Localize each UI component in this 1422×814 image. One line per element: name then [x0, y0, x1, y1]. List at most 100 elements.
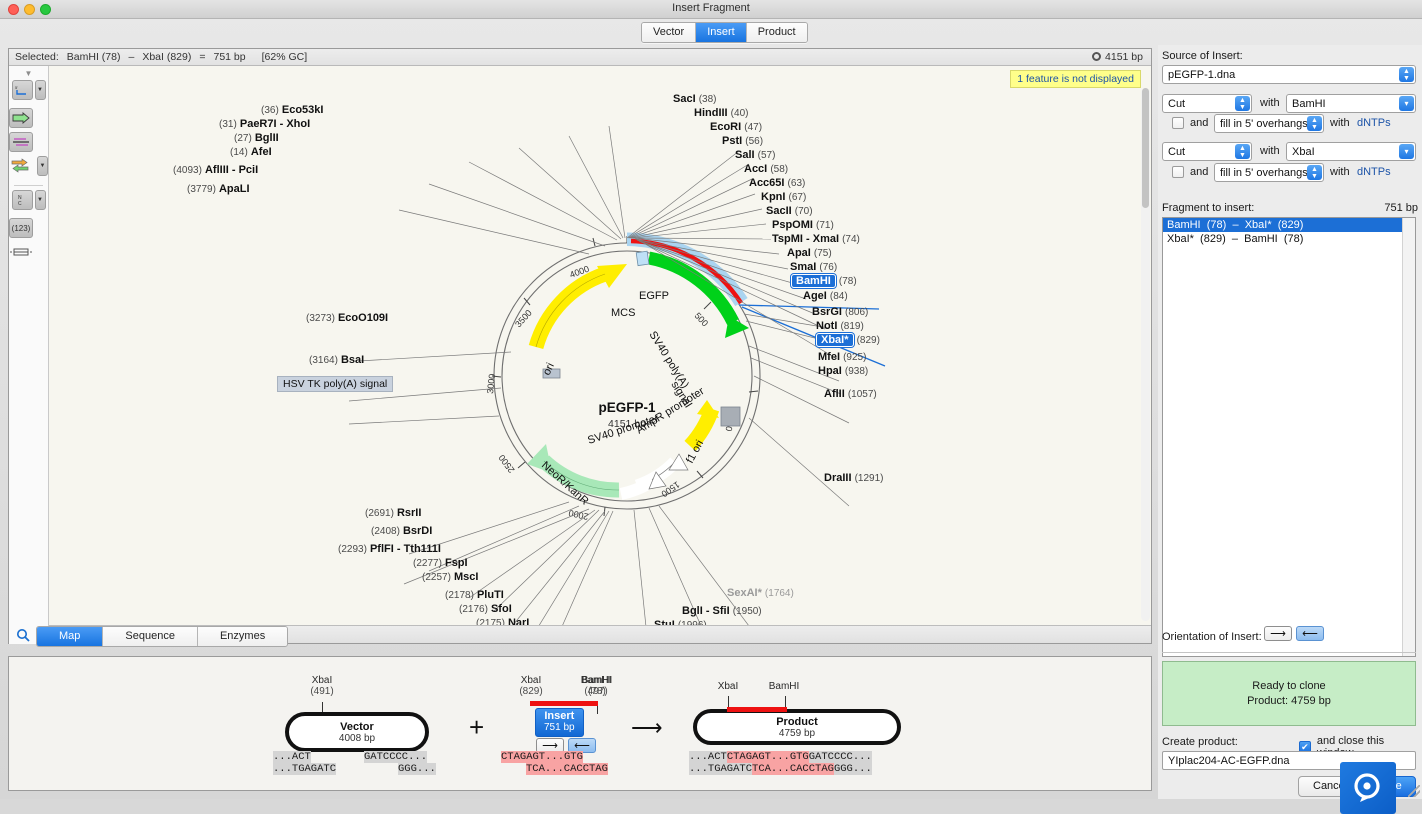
- enzyme-label[interactable]: DraIII (1291): [824, 472, 883, 484]
- enzyme-label[interactable]: (2408) BsrDI: [371, 525, 432, 537]
- feature-label-hsv-tk[interactable]: HSV TK poly(A) signal: [277, 376, 393, 392]
- enzyme-label[interactable]: KpnI (67): [761, 191, 806, 203]
- enzyme-label[interactable]: SalI (57): [735, 149, 775, 161]
- enzyme-label[interactable]: (3164) BsaI: [309, 354, 364, 366]
- enzyme-label[interactable]: SacI (38): [673, 93, 717, 105]
- chevron-updown-icon[interactable]: ▲▼: [1307, 116, 1322, 131]
- enzyme-label[interactable]: NotI (819): [816, 320, 864, 332]
- chevron-updown-icon[interactable]: ▲▼: [1399, 67, 1414, 82]
- enzyme-label[interactable]: SacII (70): [766, 205, 813, 217]
- tab-vector[interactable]: Vector: [642, 23, 696, 42]
- enzyme-label[interactable]: SexAI* (1764): [727, 587, 794, 599]
- sequence-tool-menu-caret-icon[interactable]: ▼: [35, 80, 46, 100]
- enzyme-label[interactable]: (4093) AflIII - PciI: [173, 164, 258, 176]
- circular-dna-icon: [1092, 52, 1101, 61]
- enzyme-label[interactable]: (2257) MscI: [422, 571, 478, 583]
- plasmid-map-canvas[interactable]: 1 feature is not displayed 500 1000 1500…: [49, 66, 1151, 625]
- tab-enzymes[interactable]: Enzymes: [198, 627, 287, 646]
- modify-checkbox-1[interactable]: [1172, 117, 1184, 129]
- product-title: Product: [776, 716, 818, 728]
- enzyme-label-bamhi-selected[interactable]: BamHI (78): [791, 275, 857, 287]
- cut-enzyme-select-2[interactable]: XbaI ▾: [1286, 142, 1416, 161]
- enzyme-label[interactable]: (36) Eco53kI: [261, 104, 323, 116]
- enzyme-label[interactable]: SmaI (76): [790, 261, 837, 273]
- modify-reagent-link-2[interactable]: dNTPs: [1357, 166, 1391, 178]
- enzyme-cut-tool-button[interactable]: [10, 156, 34, 177]
- view-segmented-control[interactable]: Map Sequence Enzymes: [36, 626, 288, 647]
- selection-gc: [62% GC]: [262, 51, 308, 63]
- enzyme-label[interactable]: (14) AfeI: [230, 146, 272, 158]
- enzyme-label[interactable]: Acc65I (63): [749, 177, 805, 189]
- enzyme-label[interactable]: (2178) PluTI: [445, 589, 504, 601]
- enzyme-label[interactable]: PspOMI (71): [772, 219, 834, 231]
- enzyme-label[interactable]: PstI (56): [722, 135, 763, 147]
- translation-tool-button[interactable]: [9, 132, 33, 152]
- orientation-reverse-button[interactable]: ⟵: [1296, 626, 1324, 641]
- sequence-view-tool-button[interactable]: 5': [12, 80, 33, 100]
- enzyme-label[interactable]: HindIII (40): [694, 107, 748, 119]
- enzyme-label-xbai-selected[interactable]: XbaI* (829): [816, 334, 880, 346]
- search-icon[interactable]: [16, 628, 30, 645]
- product-plasmid-shape[interactable]: Product 4759 bp: [693, 709, 901, 745]
- modify-checkbox-2[interactable]: [1172, 166, 1184, 178]
- enzyme-label[interactable]: EcoRI (47): [710, 121, 762, 133]
- modify-reagent-link-1[interactable]: dNTPs: [1357, 117, 1391, 129]
- amino-acid-menu-caret-icon[interactable]: ▼: [35, 190, 46, 210]
- window-resize-grip[interactable]: [1408, 785, 1420, 797]
- mode-segmented-control[interactable]: Vector Insert Product: [641, 22, 808, 43]
- fragment-list-scrollbar[interactable]: [1402, 218, 1415, 656]
- vector-right-sequence: GATCCCC...: [364, 751, 427, 763]
- vector-seq-left-bottom: ...TGAGATC: [273, 763, 336, 775]
- tools-collapse-caret-icon[interactable]: ▼: [9, 66, 48, 80]
- source-of-insert-select[interactable]: pEGFP-1.dna ▲▼: [1162, 65, 1416, 84]
- chevron-updown-icon[interactable]: ▲▼: [1307, 165, 1322, 180]
- enzyme-label[interactable]: (27) BglII: [234, 132, 279, 144]
- tab-sequence[interactable]: Sequence: [103, 627, 198, 646]
- fragment-list[interactable]: BamHI (78) – XbaI* (829) XbaI* (829) – B…: [1162, 217, 1416, 657]
- insert-badge[interactable]: Insert 751 bp: [535, 708, 584, 737]
- tab-insert[interactable]: Insert: [696, 23, 747, 42]
- enzyme-label[interactable]: ApaI (75): [787, 247, 832, 259]
- enzyme-label[interactable]: (2277) FspI: [413, 557, 468, 569]
- cut-action-select-1[interactable]: Cut ▲▼: [1162, 94, 1252, 113]
- enzyme-label[interactable]: (2175) NarI: [476, 617, 529, 625]
- enzyme-label[interactable]: AgeI (84): [803, 290, 848, 302]
- enzyme-label[interactable]: (31) PaeR7I - XhoI: [219, 118, 310, 130]
- enzyme-label[interactable]: TspMI - XmaI (74): [772, 233, 860, 245]
- chevron-updown-icon[interactable]: ▲▼: [1235, 144, 1250, 159]
- enzyme-label[interactable]: BglI - SfiI (1950): [682, 605, 762, 617]
- enzyme-label[interactable]: (3779) ApaLI: [187, 183, 250, 195]
- enzyme-label[interactable]: BsrGI (806): [812, 306, 868, 318]
- vector-plasmid-shape[interactable]: Vector 4008 bp: [285, 712, 429, 752]
- chevron-down-icon[interactable]: ▾: [1399, 144, 1414, 159]
- fragment-list-item[interactable]: BamHI (78) – XbaI* (829): [1163, 218, 1415, 232]
- enzyme-label[interactable]: AccI (58): [744, 163, 788, 175]
- chevron-updown-icon[interactable]: ▲▼: [1235, 96, 1250, 111]
- enzyme-tool-menu-caret-icon[interactable]: ▼: [37, 156, 48, 176]
- svg-text:500: 500: [693, 311, 711, 329]
- source-of-insert-label: Source of Insert:: [1162, 50, 1243, 62]
- enzyme-label[interactable]: (2293) PflFI - Tth111I: [338, 543, 441, 555]
- product-name-value: YIplac204-AC-EGFP.dna: [1168, 755, 1289, 767]
- feature-arrow-tool-button[interactable]: [9, 108, 33, 128]
- enzyme-label[interactable]: (2691) RsrII: [365, 507, 421, 519]
- modify-option-select-1[interactable]: fill in 5' overhangs ▲▼: [1214, 114, 1324, 133]
- tab-map[interactable]: Map: [37, 627, 103, 646]
- cut-action-select-2[interactable]: Cut ▲▼: [1162, 142, 1252, 161]
- enzyme-label[interactable]: AflII (1057): [824, 388, 877, 400]
- enzyme-label[interactable]: (2176) SfoI: [459, 603, 512, 615]
- orientation-forward-button[interactable]: ⟶: [1264, 626, 1292, 641]
- tab-product[interactable]: Product: [747, 23, 807, 42]
- enzyme-label[interactable]: (3273) EcoO109I: [306, 312, 388, 324]
- sidebar-orientation-buttons[interactable]: ⟶ ⟵: [1264, 626, 1324, 641]
- cut-enzyme-select-1[interactable]: BamHI ▾: [1286, 94, 1416, 113]
- product-red-bar: [727, 707, 787, 712]
- amino-acid-tool-button[interactable]: NC: [12, 190, 33, 210]
- modify-option-select-2[interactable]: fill in 5' overhangs ▲▼: [1214, 163, 1324, 182]
- enzyme-label[interactable]: HpaI (938): [818, 365, 868, 377]
- enzyme-label[interactable]: MfeI (925): [818, 351, 866, 363]
- chevron-down-icon[interactable]: ▾: [1399, 96, 1414, 111]
- fragment-list-item[interactable]: XbaI* (829) – BamHI (78): [1163, 232, 1415, 246]
- ruler-tool-button[interactable]: [9, 242, 33, 262]
- numbering-tool-button[interactable]: (123): [9, 218, 33, 238]
